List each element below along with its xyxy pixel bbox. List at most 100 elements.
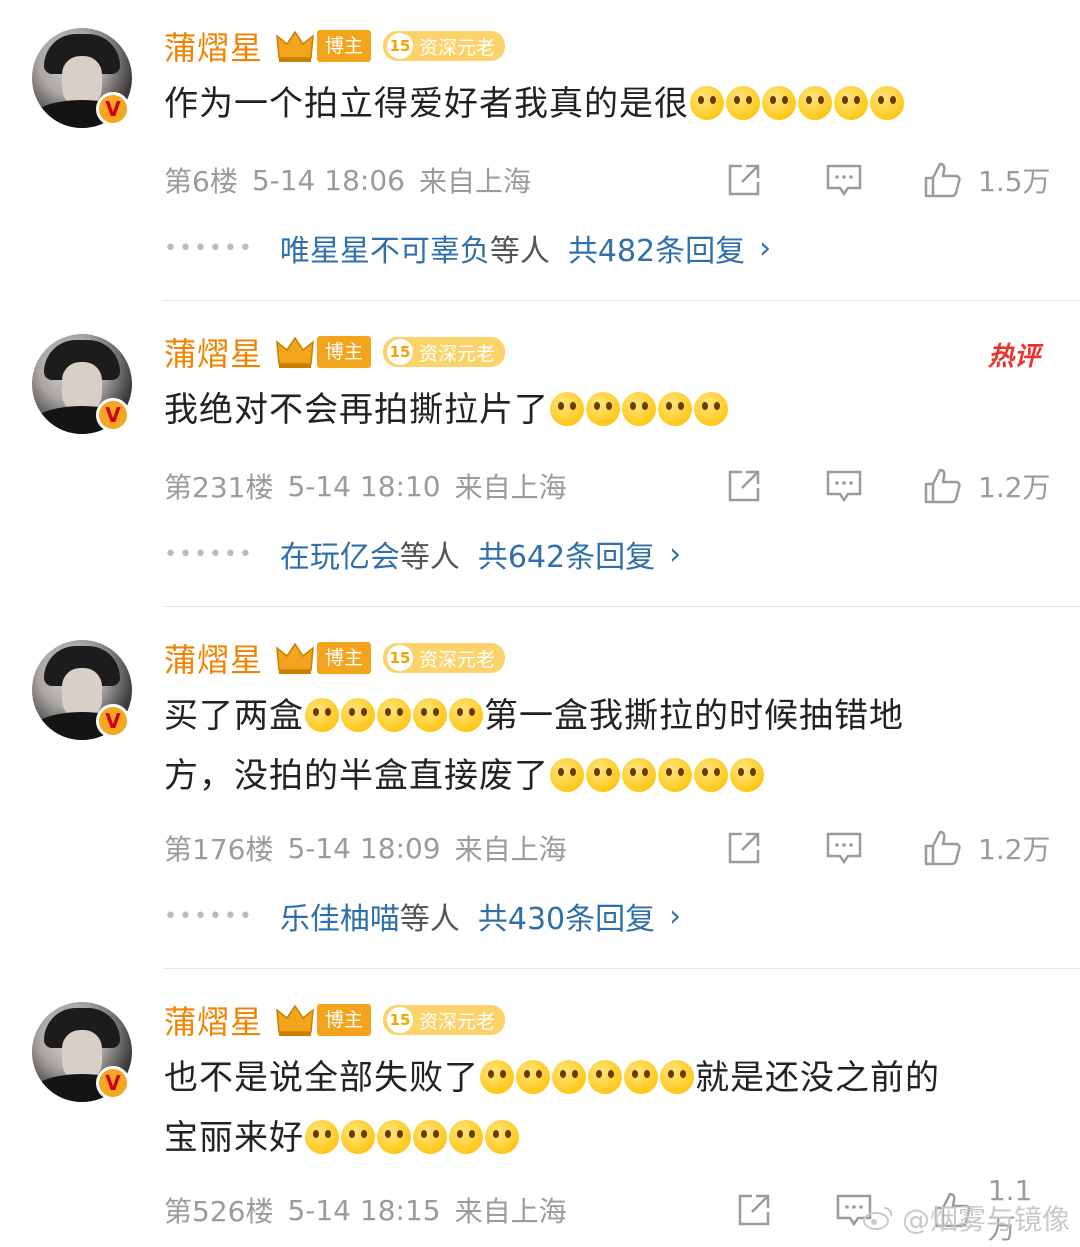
emoji-icon (586, 758, 620, 792)
floor: 第6楼 (164, 165, 238, 198)
blogger-badge: 博主 (317, 336, 372, 368)
share-icon (728, 164, 760, 196)
like-button[interactable]: 1.5万 (922, 160, 1051, 200)
comment-text: 买了两盒 第一盒我撕拉的时候抽错地 方，没拍的半盒直接废了 (164, 696, 904, 796)
emoji-icon (622, 392, 656, 426)
emoji-icon (377, 1120, 411, 1154)
comment-meta: 第231楼 5-14 18:10 来自上海 (164, 466, 581, 506)
comment-text: 作为一个拍立得爱好者我真的是很 (164, 74, 1044, 134)
like-icon (924, 468, 961, 504)
share-button[interactable] (724, 828, 764, 868)
username[interactable]: 蒲熠星 (164, 23, 263, 69)
crown-icon (276, 336, 314, 368)
reply-summary[interactable]: •••••• 在玩亿会 等人 共642条回复 › (164, 534, 682, 576)
emoji-icon (516, 1060, 550, 1094)
emoji-icon (377, 698, 411, 732)
emoji-icon (658, 758, 692, 792)
divider (164, 968, 1080, 969)
emoji-icon (552, 1060, 586, 1094)
emoji-icon (550, 392, 584, 426)
emoji-icon (341, 698, 375, 732)
share-button[interactable] (724, 160, 764, 200)
emoji-icon (449, 1120, 483, 1154)
comment-button[interactable] (824, 160, 864, 200)
comment-text: 也不是说全部失败了 就是还没之前的 宝丽来好 (164, 1058, 940, 1158)
comment-meta: 第6楼 5-14 18:06 来自上海 (164, 160, 545, 200)
verified-v-icon: V (96, 398, 130, 432)
location: 来自上海 (418, 165, 531, 198)
location: 来自上海 (454, 833, 567, 866)
verified-v-icon: V (96, 1066, 130, 1100)
floor: 第231楼 (164, 471, 274, 504)
floor: 第176楼 (164, 833, 274, 866)
comment-meta: 第176楼 5-14 18:09 来自上海 (164, 828, 581, 868)
emoji-icon (798, 86, 832, 120)
emoji-icon (762, 86, 796, 120)
comment-button[interactable] (824, 466, 864, 506)
emoji-icon (413, 1120, 447, 1154)
comment-button[interactable] (824, 828, 864, 868)
chevron-right-icon: › (669, 536, 682, 572)
timestamp: 5-14 18:06 (251, 163, 405, 197)
share-icon (728, 470, 760, 502)
veteran-badge: 15 资深元老 (383, 643, 506, 673)
timestamp: 5-14 18:15 (287, 1193, 441, 1227)
chevron-right-icon: › (759, 230, 772, 266)
verified-v-icon: V (96, 92, 130, 126)
emoji-icon (480, 1060, 514, 1094)
emoji-icon (730, 758, 764, 792)
timestamp: 5-14 18:09 (287, 831, 441, 865)
verified-v-icon: V (96, 704, 130, 738)
veteran-badge: 15 资深元老 (383, 31, 506, 61)
crown-icon (276, 642, 314, 674)
blogger-badge: 博主 (317, 30, 372, 62)
divider (164, 300, 1080, 301)
location: 来自上海 (454, 471, 567, 504)
like-count: 1.2万 (978, 833, 1051, 866)
blogger-badge: 博主 (317, 1004, 372, 1036)
like-button[interactable]: 1.2万 (922, 466, 1051, 506)
veteran-badge: 15 资深元老 (383, 1005, 506, 1035)
crown-icon (276, 1004, 314, 1036)
comment-icon (826, 832, 862, 865)
reply-summary[interactable]: •••••• 乐佳柚喵 等人 共430条回复 › (164, 896, 681, 938)
emoji-icon (485, 1120, 519, 1154)
emoji-icon (624, 1060, 658, 1094)
emoji-icon (726, 86, 760, 120)
floor: 第526楼 (164, 1195, 274, 1228)
emoji-icon (658, 392, 692, 426)
weibo-logo-icon (862, 1207, 893, 1230)
like-button[interactable]: 1.2万 (922, 828, 1051, 868)
emoji-icon (694, 758, 728, 792)
emoji-icon (690, 86, 724, 120)
crown-icon (276, 30, 314, 62)
share-button[interactable] (724, 466, 764, 506)
emoji-icon (449, 698, 483, 732)
comment-text: 我绝对不会再拍撕拉片了 (164, 380, 1044, 440)
like-count: 1.2万 (978, 471, 1051, 504)
emoji-icon (834, 86, 868, 120)
share-icon (728, 832, 760, 864)
reply-summary[interactable]: •••••• 唯星星不可辜负 等人 共482条回复 › (164, 228, 772, 270)
like-icon (924, 830, 961, 866)
username[interactable]: 蒲熠星 (164, 997, 263, 1043)
emoji-icon (341, 1120, 375, 1154)
emoji-icon (694, 392, 728, 426)
emoji-icon (586, 392, 620, 426)
timestamp: 5-14 18:10 (287, 469, 441, 503)
location: 来自上海 (454, 1195, 567, 1228)
blogger-badge: 博主 (317, 642, 372, 674)
divider (164, 606, 1080, 607)
username[interactable]: 蒲熠星 (164, 329, 263, 375)
emoji-icon (660, 1060, 694, 1094)
emoji-icon (870, 86, 904, 120)
watermark: @烟雾与镜像 (862, 1198, 1070, 1238)
emoji-icon (588, 1060, 622, 1094)
share-button[interactable] (734, 1190, 774, 1230)
hot-comment-badge: 热评 (987, 342, 1040, 372)
username[interactable]: 蒲熠星 (164, 635, 263, 681)
like-icon (924, 162, 961, 198)
comment-icon (826, 470, 862, 503)
emoji-icon (305, 1120, 339, 1154)
emoji-icon (550, 758, 584, 792)
